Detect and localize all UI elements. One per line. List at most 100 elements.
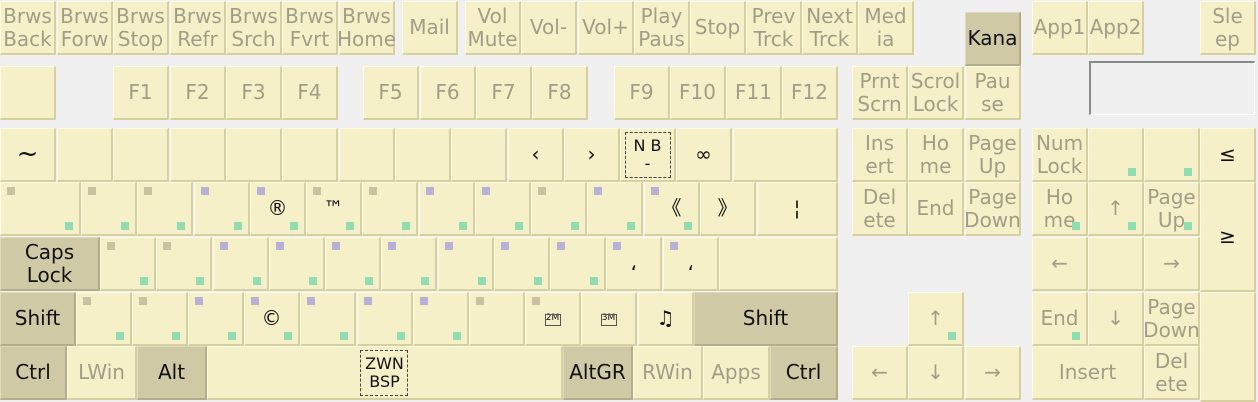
app2-key[interactable]: App2 xyxy=(1088,1,1144,55)
d-key[interactable] xyxy=(213,237,269,291)
f10-key[interactable]: F10 xyxy=(670,66,726,120)
kana-key[interactable]: Kana xyxy=(965,12,1021,66)
volume-up-key[interactable]: Vol+ xyxy=(578,1,634,55)
numpad-up-key[interactable]: ↑ xyxy=(1088,182,1144,236)
f4-key[interactable]: F4 xyxy=(282,66,338,120)
p-key[interactable] xyxy=(587,182,643,236)
u-key[interactable] xyxy=(419,182,475,236)
tab-key[interactable] xyxy=(0,182,81,236)
m-key[interactable] xyxy=(469,292,525,346)
numpad-minus-key[interactable]: ≤ xyxy=(1200,128,1256,182)
semicolon-key[interactable]: ، xyxy=(606,237,662,291)
digit1-key[interactable] xyxy=(57,128,113,182)
browser-forward-key[interactable]: Brws Forw xyxy=(57,1,113,55)
bracket-left-key[interactable]: 《 xyxy=(644,182,700,236)
arrow-up-key[interactable]: ↑ xyxy=(908,292,964,346)
w-key[interactable] xyxy=(137,182,193,236)
insert-key[interactable]: Ins ert xyxy=(852,128,908,182)
r-key[interactable]: ® xyxy=(250,182,306,236)
f12-key[interactable]: F12 xyxy=(782,66,838,120)
y-key[interactable] xyxy=(362,182,418,236)
f11-key[interactable]: F11 xyxy=(726,66,782,120)
slash-key[interactable]: ♫ xyxy=(638,292,694,346)
grave-key[interactable]: ~ xyxy=(0,128,56,182)
enter-key[interactable] xyxy=(719,237,838,291)
f9-key[interactable]: F9 xyxy=(614,66,670,120)
x-key[interactable] xyxy=(188,292,244,346)
pause-key[interactable]: Pau se xyxy=(965,66,1021,120)
f1-key[interactable]: F1 xyxy=(113,66,169,120)
k-key[interactable] xyxy=(494,237,550,291)
bracket-right-key[interactable]: 》 xyxy=(700,182,756,236)
f2-key[interactable]: F2 xyxy=(170,66,226,120)
backspace-key[interactable] xyxy=(733,128,838,182)
space-key[interactable]: ZWN BSP xyxy=(207,346,563,400)
numpad-page-up-key[interactable]: Page Up xyxy=(1144,182,1200,236)
minus-key[interactable]: N B - xyxy=(620,128,676,182)
backslash-key[interactable]: ¦ xyxy=(757,182,838,236)
sleep-key[interactable]: Sle ep xyxy=(1200,1,1256,55)
numpad-divide-key[interactable] xyxy=(1088,128,1144,182)
numpad-right-key[interactable]: → xyxy=(1144,237,1200,291)
next-track-key[interactable]: Next Trck xyxy=(802,1,858,55)
q-key[interactable] xyxy=(81,182,137,236)
equal-key[interactable]: ∞ xyxy=(676,128,732,182)
shift-right-key[interactable]: Shift xyxy=(694,292,838,346)
altgr-key[interactable]: AltGR xyxy=(563,346,633,400)
t-key[interactable]: ™ xyxy=(306,182,362,236)
f6-key[interactable]: F6 xyxy=(420,66,476,120)
browser-back-key[interactable]: Brws Back xyxy=(0,1,56,55)
numpad-home-key[interactable]: Ho me xyxy=(1032,182,1088,236)
digit0-key[interactable]: › xyxy=(564,128,620,182)
play-pause-key[interactable]: Play Paus xyxy=(634,1,690,55)
f3-key[interactable]: F3 xyxy=(226,66,282,120)
numpad-page-down-key[interactable]: Page Down xyxy=(1143,292,1200,346)
page-up-key[interactable]: Page Up xyxy=(965,128,1021,182)
delete-key[interactable]: Del ete xyxy=(852,182,908,236)
numpad-multiply-key[interactable] xyxy=(1144,128,1200,182)
numpad-end-key[interactable]: End xyxy=(1032,292,1088,346)
rwin-key[interactable]: RWin xyxy=(633,346,703,400)
shift-left-key[interactable]: Shift xyxy=(0,292,76,346)
digit7-key[interactable] xyxy=(395,128,451,182)
e-key[interactable] xyxy=(194,182,250,236)
browser-favorites-key[interactable]: Brws Fvrt xyxy=(282,1,338,55)
numpad-down-key[interactable]: ↓ xyxy=(1088,292,1144,346)
print-screen-key[interactable]: Prnt Scrn xyxy=(852,66,908,120)
num-lock-key[interactable]: Num Lock xyxy=(1032,128,1088,182)
digit3-key[interactable] xyxy=(170,128,226,182)
numpad-delete-key[interactable]: Del ete xyxy=(1144,346,1200,400)
mail-key[interactable]: Mail xyxy=(402,1,458,55)
apps-key[interactable]: Apps xyxy=(703,346,770,400)
stop-key[interactable]: Stop xyxy=(690,1,746,55)
end-key[interactable]: End xyxy=(908,182,964,236)
escape-key[interactable] xyxy=(0,66,56,120)
arrow-right-key[interactable]: → xyxy=(965,346,1021,400)
previous-track-key[interactable]: Prev Trck xyxy=(746,1,802,55)
ctrl-left-key[interactable]: Ctrl xyxy=(0,346,67,400)
quote-key[interactable]: ، xyxy=(663,237,719,291)
g-key[interactable] xyxy=(325,237,381,291)
browser-search-key[interactable]: Brws Srch xyxy=(226,1,282,55)
ctrl-right-key[interactable]: Ctrl xyxy=(770,346,838,400)
digit4-key[interactable] xyxy=(226,128,282,182)
caps-lock-key[interactable]: Caps Lock xyxy=(0,237,100,291)
arrow-left-key[interactable]: ← xyxy=(852,346,908,400)
l-key[interactable] xyxy=(550,237,606,291)
alt-key[interactable]: Alt xyxy=(137,346,207,400)
app1-key[interactable]: App1 xyxy=(1032,1,1088,55)
numpad-enter-key[interactable] xyxy=(1200,292,1256,402)
z-key[interactable] xyxy=(132,292,188,346)
digit5-key[interactable] xyxy=(282,128,338,182)
numpad-plus-key[interactable]: ≥ xyxy=(1200,182,1256,292)
s-key[interactable] xyxy=(156,237,212,291)
j-key[interactable] xyxy=(438,237,494,291)
media-key[interactable]: Med ia xyxy=(858,1,914,55)
digit6-key[interactable] xyxy=(339,128,395,182)
c-key[interactable]: © xyxy=(244,292,300,346)
intl-backslash-key[interactable] xyxy=(76,292,132,346)
arrow-down-key[interactable]: ↓ xyxy=(908,346,964,400)
volume-down-key[interactable]: Vol- xyxy=(521,1,577,55)
digit2-key[interactable] xyxy=(113,128,169,182)
i-key[interactable] xyxy=(475,182,531,236)
